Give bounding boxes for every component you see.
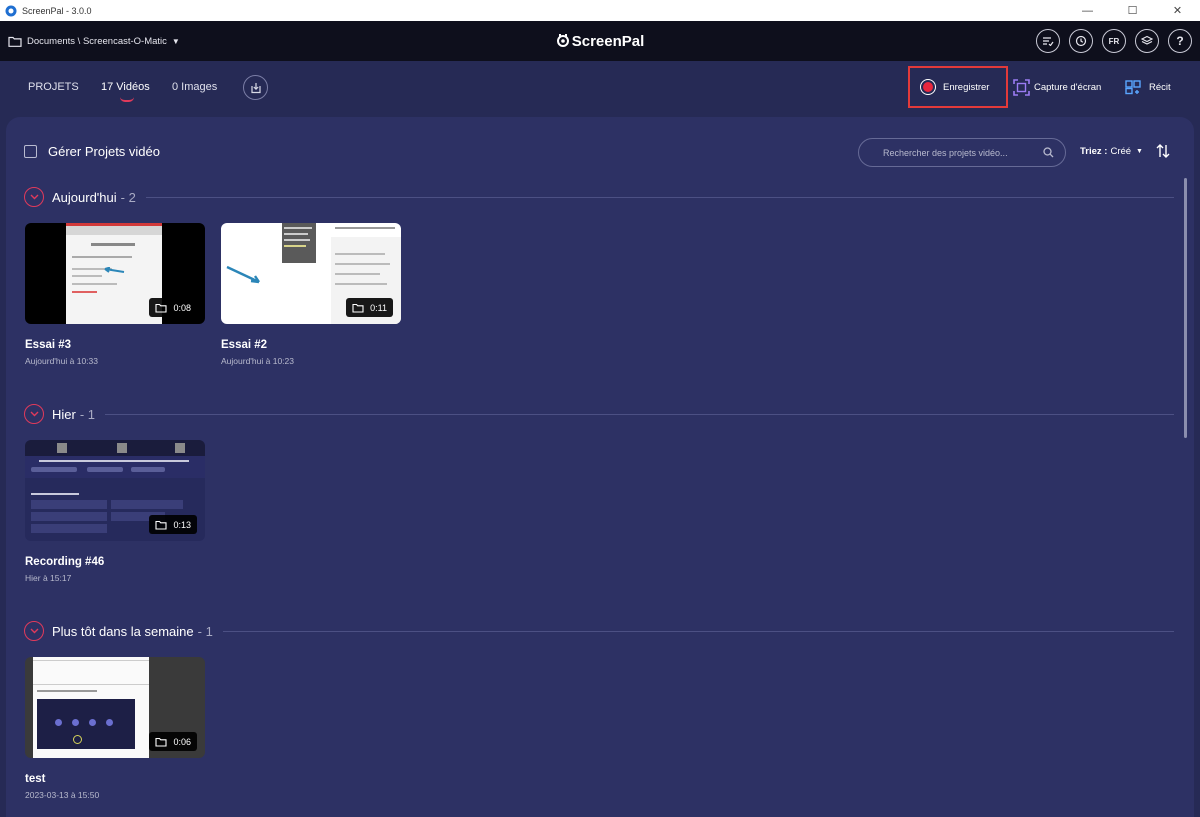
tab-projects[interactable]: PROJETS [28,81,79,93]
sort-label: Triez : [1080,146,1108,157]
sort-dropdown[interactable]: Triez : Créé ▼ [1080,146,1143,157]
video-thumbnail[interactable]: 0:13 [25,440,205,541]
duration-badge: 0:06 [149,732,197,751]
video-title: Essai #3 [25,339,72,351]
section-count: - 2 [120,189,136,205]
section-count: - 1 [197,623,213,639]
minimize-button[interactable]: — [1065,0,1110,21]
duration-label: 0:08 [173,302,191,313]
section-divider [145,196,1174,198]
import-icon [250,82,261,93]
video-card[interactable]: 0:06 test 2023-03-13 à 15:50 [25,657,205,800]
record-button[interactable]: Enregistrer [908,66,1008,108]
video-projects-panel: Gérer Projets vidéo Rechercher des proje… [6,117,1194,817]
maximize-button[interactable]: ☐ [1110,0,1155,21]
chevron-down-icon: ▼ [171,36,180,46]
duration-label: 0:06 [173,736,191,747]
video-title: test [25,773,46,785]
duration-badge: 0:11 [346,298,393,317]
screenshot-label: Capture d'écran [1034,82,1102,93]
search-placeholder: Rechercher des projets vidéo... [883,147,1008,158]
checklist-icon [1043,37,1054,46]
section-count: - 1 [79,406,96,422]
video-thumbnail[interactable]: 0:08 [25,223,205,324]
video-date: Hier à 15:17 [25,573,72,583]
screenshot-button[interactable]: Capture d'écran [1013,79,1101,96]
folder-icon [352,303,364,313]
layers-icon [1141,35,1153,45]
manage-projects-toggle[interactable]: Gérer Projets vidéo [24,144,160,159]
tab-videos[interactable]: 17 Vidéos [101,81,150,93]
layers-button[interactable] [1135,29,1159,53]
video-card[interactable]: 0:11 Essai #2 Aujourd'hui à 10:23 [221,223,401,366]
record-label: Enregistrer [943,81,990,93]
video-thumbnail[interactable]: 0:06 [25,657,205,758]
duration-badge: 0:13 [149,515,197,534]
folder-icon [155,303,168,313]
record-icon [920,79,936,95]
video-title: Essai #2 [221,339,268,351]
video-date: 2023-03-13 à 15:50 [25,790,100,800]
collapse-chevron-icon[interactable] [24,187,44,207]
video-date: Aujourd'hui à 10:23 [221,356,294,366]
video-thumbnail[interactable]: 0:11 [221,223,401,324]
logo-text: ScreenPal [571,32,645,50]
section-title: Plus tôt dans la semaine [52,623,194,639]
video-date: Aujourd'hui à 10:33 [25,356,98,366]
video-card[interactable]: 0:13 Recording #46 Hier à 15:17 [25,440,205,583]
manage-projects-label: Gérer Projets vidéo [48,144,160,159]
tab-images[interactable]: 0 Images [172,81,217,93]
search-icon [1043,147,1054,158]
section-today: Aujourd'hui - 2 [24,187,1174,207]
search-input[interactable]: Rechercher des projets vidéo... [858,138,1066,167]
app-topbar: Documents \ Screencast-O-Matic ▼ ScreenP… [0,21,1200,61]
collapse-chevron-icon[interactable] [24,404,44,424]
window-titlebar: ScreenPal - 3.0.0 — ☐ ✕ [0,0,1200,21]
project-nav: PROJETS 17 Vidéos 0 Images Enregistrer C… [0,61,1200,116]
story-icon [1125,80,1141,95]
section-divider [105,413,1174,415]
screenpal-app-icon [5,5,17,16]
folder-icon [155,737,168,747]
duration-label: 0:13 [173,519,191,530]
duration-badge: 0:08 [149,298,197,317]
screenpal-logo: ScreenPal [0,21,1200,61]
manage-projects-checkbox[interactable] [24,145,37,158]
close-window-button[interactable]: ✕ [1155,0,1200,21]
checklist-button[interactable] [1036,29,1060,53]
history-button[interactable] [1069,29,1093,53]
window-title: ScreenPal - 3.0.0 [22,5,92,16]
section-yesterday: Hier - 1 [24,404,1174,424]
video-card[interactable]: 0:08 Essai #3 Aujourd'hui à 10:33 [25,223,205,366]
section-earlier-this-week: Plus tôt dans la semaine - 1 [24,621,1174,641]
logo-icon [556,34,569,47]
story-button[interactable]: Récit [1125,79,1171,95]
folder-path-label: Documents \ Screencast-O-Matic [27,35,167,47]
chevron-down-icon: ▼ [1136,148,1143,155]
import-button[interactable] [243,75,268,100]
video-title: Recording #46 [25,556,105,568]
folder-icon [8,36,22,47]
story-label: Récit [1149,81,1171,93]
section-title: Hier [52,406,76,422]
scrollbar[interactable] [1184,178,1187,438]
collapse-chevron-icon[interactable] [24,621,44,641]
section-title: Aujourd'hui [52,189,117,205]
sort-direction-icon[interactable] [1155,143,1171,159]
help-button[interactable]: ? [1168,29,1192,53]
folder-path-selector[interactable]: Documents \ Screencast-O-Matic ▼ [8,21,180,61]
duration-label: 0:11 [370,302,387,313]
history-icon [1075,35,1087,47]
screenshot-icon [1013,79,1030,96]
folder-icon [155,520,168,530]
section-divider [222,630,1174,632]
sort-value: Créé [1110,146,1132,157]
language-button[interactable]: FR [1102,29,1126,53]
active-tab-indicator [120,97,134,102]
